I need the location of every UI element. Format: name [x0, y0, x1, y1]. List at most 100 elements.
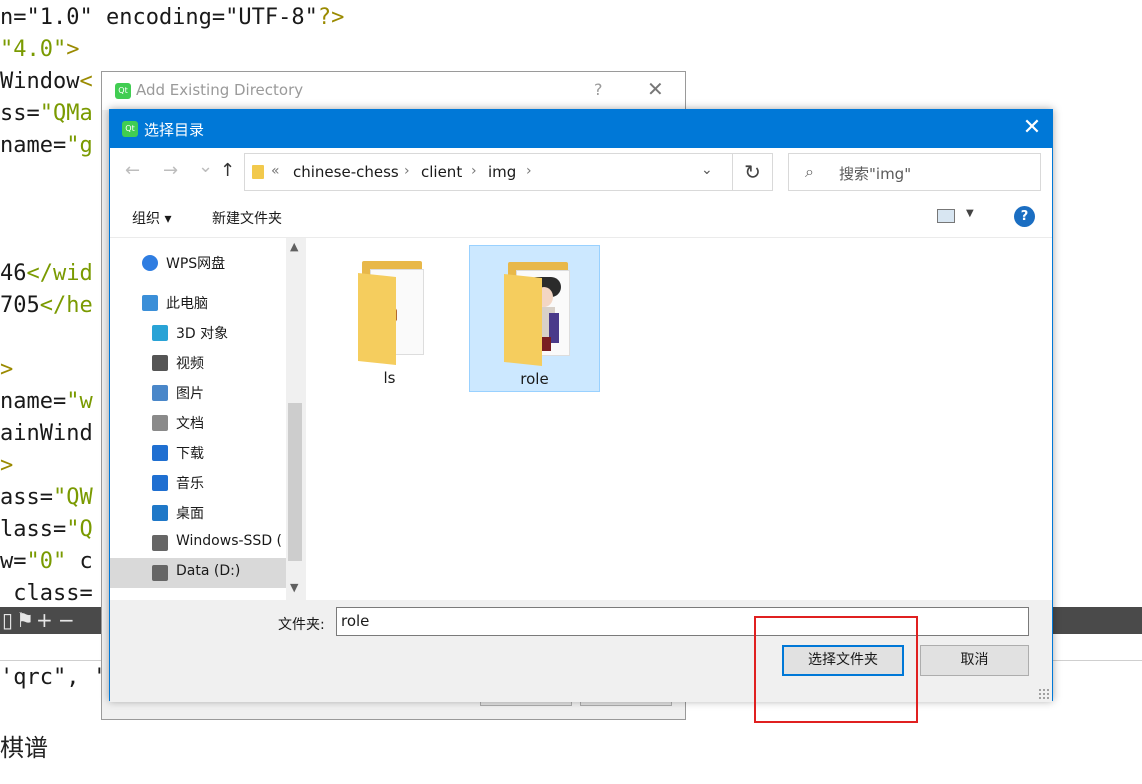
folder-item-ls[interactable]: ls: [324, 245, 455, 392]
sidebar-item[interactable]: 3D 对象: [110, 318, 286, 348]
back-arrow-icon[interactable]: ←: [125, 160, 140, 181]
search-input[interactable]: ⌕ 搜索"img": [788, 153, 1041, 191]
code-token: >: [0, 453, 14, 478]
qt-logo-icon: Qt: [115, 83, 131, 99]
code-token: lass=: [0, 517, 67, 542]
scrollbar-thumb[interactable]: [288, 403, 302, 561]
sidebar-item-label: Data (D:): [176, 563, 241, 579]
new-folder-button[interactable]: 新建文件夹: [212, 208, 282, 228]
qt-logo-icon: Qt: [122, 121, 138, 137]
search-placeholder: 搜索"img": [839, 165, 912, 183]
up-arrow-icon[interactable]: ↑: [220, 160, 235, 181]
folder-name: ls: [383, 369, 396, 387]
sidebar-item[interactable]: 文档: [110, 408, 286, 438]
code-line: 705</he: [0, 290, 93, 322]
sidebar-item[interactable]: 音乐: [110, 468, 286, 498]
code-token: >: [66, 37, 80, 62]
folder-front: [358, 273, 396, 365]
breadcrumb-overflow[interactable]: «: [271, 163, 280, 179]
organize-menu[interactable]: 组织 ▾: [132, 208, 171, 228]
documents-icon: [152, 415, 168, 431]
3d-objects-icon: [152, 325, 168, 341]
code-token: ass=: [0, 485, 53, 510]
dialog-titlebar: Qt 选择目录 ✕: [110, 110, 1052, 148]
folder-front: [504, 274, 542, 366]
code-token: <: [79, 69, 93, 94]
folder-name-input[interactable]: role: [336, 607, 1029, 636]
code-line: w="0" c: [0, 546, 93, 578]
address-bar[interactable]: « chinese-chess › client › img › ⌄: [244, 153, 733, 191]
code-line: ss="QMa: [0, 98, 93, 130]
breadcrumb-chinese-chess[interactable]: chinese-chess: [293, 163, 399, 181]
code-token: >: [0, 357, 14, 382]
sidebar-scrollbar[interactable]: ▲ ▼: [286, 238, 304, 600]
scroll-down-icon[interactable]: ▼: [290, 581, 298, 594]
scroll-up-icon[interactable]: ▲: [290, 240, 298, 253]
refresh-icon[interactable]: ↻: [733, 153, 773, 191]
file-list: ls role: [306, 238, 1052, 600]
sidebar-item-label: 桌面: [176, 506, 204, 522]
code-token: 46: [0, 261, 27, 286]
desktop-icon: [152, 505, 168, 521]
sidebar-item-label: 下载: [176, 446, 204, 462]
code-line: lass="Q: [0, 514, 93, 546]
code-line: n="1.0" encoding="UTF-8"?>: [0, 2, 344, 34]
sidebar-item-label: 音乐: [176, 476, 204, 492]
video-icon: [152, 355, 168, 371]
sidebar-item[interactable]: Data (D:): [110, 558, 286, 588]
folder-item-role[interactable]: role: [469, 245, 600, 392]
chevron-right-icon[interactable]: ›: [471, 163, 477, 179]
view-options-icon[interactable]: [937, 209, 955, 223]
sidebar-item[interactable]: 视频: [110, 348, 286, 378]
code-line: >: [0, 354, 13, 386]
code-token: name=: [0, 389, 67, 414]
code-token: "QW: [52, 485, 93, 510]
close-icon[interactable]: ✕: [1012, 110, 1052, 148]
code-line: >: [0, 450, 13, 482]
code-token: "Q: [66, 517, 93, 542]
navigation-bar: ← → ⌄ ↑ « chinese-chess › client › img ›…: [110, 148, 1052, 196]
resize-grip[interactable]: [1038, 688, 1050, 700]
folder-icon: [252, 165, 264, 179]
minus-icon[interactable]: −: [58, 608, 75, 632]
back-dialog-titlebar: Qt Add Existing Directory ? ✕: [102, 72, 685, 110]
code-token: </wid: [26, 261, 93, 286]
sidebar-item-label: WPS网盘: [166, 256, 226, 272]
code-token: ainWind: [0, 421, 93, 446]
navigation-pane: WPS网盘此电脑 3D 对象视频图片文档下载音乐桌面 Windows-SSD ( Da…: [110, 238, 304, 600]
sidebar-item[interactable]: Windows-SSD (: [110, 528, 286, 558]
flag-icon: ⚑: [16, 608, 34, 632]
help-icon[interactable]: ?: [594, 80, 603, 99]
code-line: Window<: [0, 66, 93, 98]
drive-icon: [152, 565, 168, 581]
folder-name: role: [520, 370, 549, 388]
breadcrumb-img[interactable]: img: [488, 163, 516, 181]
sidebar-item[interactable]: 下载: [110, 438, 286, 468]
code-token: </he: [39, 293, 93, 318]
code-token: Window: [0, 69, 80, 94]
cancel-button[interactable]: 取消: [920, 645, 1029, 676]
chevron-down-icon[interactable]: ⌄: [701, 162, 713, 178]
chevron-down-icon[interactable]: ▼: [966, 208, 974, 219]
output-code-line: 'qrc", ': [0, 665, 106, 690]
sidebar-item[interactable]: WPS网盘: [110, 248, 286, 278]
recent-locations-icon[interactable]: ⌄: [198, 156, 213, 177]
chevron-right-icon[interactable]: ›: [404, 163, 410, 179]
breadcrumb-client[interactable]: client: [421, 163, 462, 181]
chevron-right-icon[interactable]: ›: [526, 163, 532, 179]
dialog-title: 选择目录: [144, 121, 205, 139]
sidebar-item[interactable]: 图片: [110, 378, 286, 408]
select-directory-dialog: Qt 选择目录 ✕ ← → ⌄ ↑ « chinese-chess › clie…: [109, 109, 1053, 702]
sidebar-item[interactable]: 桌面: [110, 498, 286, 528]
code-token: ss=: [0, 101, 40, 126]
sidebar-item[interactable]: 此电脑: [110, 288, 286, 318]
code-line: ainWind: [0, 418, 93, 450]
close-icon[interactable]: ✕: [647, 77, 664, 101]
sidebar-item-label: 3D 对象: [176, 326, 229, 342]
sidebar-item-label: 图片: [176, 386, 204, 402]
code-token: ?>: [317, 5, 345, 30]
help-icon[interactable]: ?: [1014, 206, 1035, 227]
code-token: class=: [0, 581, 93, 606]
plus-icon[interactable]: +: [36, 608, 53, 632]
forward-arrow-icon[interactable]: →: [163, 160, 178, 181]
